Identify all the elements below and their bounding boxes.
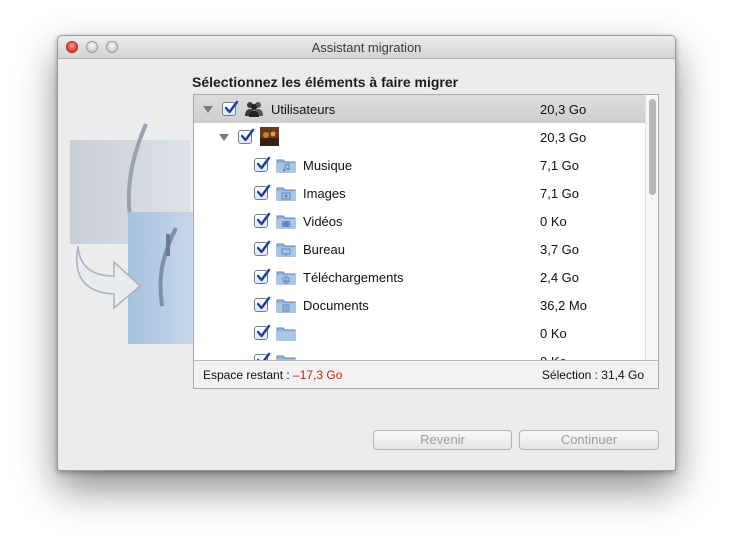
pictures-folder-icon [276,185,296,204]
back-button[interactable]: Revenir [373,430,512,450]
downloads-folder-icon [276,269,296,288]
remaining-space-label: Espace restant : [203,368,294,382]
item-label: Téléchargements [303,270,404,285]
selection-size: Sélection : 31,4 Go [541,368,644,382]
documents-folder-icon [276,297,296,316]
tree-row[interactable]: Bureau 3,7 Go [194,235,646,263]
users-icon [244,101,266,120]
continue-button[interactable]: Continuer [519,430,659,450]
tree-row[interactable]: Utilisateurs 20,3 Go [194,95,646,123]
item-size: 0 Ko [540,214,567,229]
item-label: Vidéos [303,214,343,229]
item-size: 20,3 Go [540,102,587,117]
folder-icon [276,325,296,344]
migration-items-list: Utilisateurs 20,3 Go 20,3 Go Musique 7,1 Go I… [193,94,659,389]
item-checkbox[interactable] [254,184,271,200]
remaining-space: Espace restant : –17,3 Go [203,368,342,382]
item-checkbox[interactable] [254,212,271,228]
scrollbar-thumb[interactable] [649,99,656,195]
item-size: 0 Ko [540,326,567,341]
status-bar: Espace restant : –17,3 Go Sélection : 31… [194,360,658,388]
window-title: Assistant migration [311,40,422,55]
item-label: Documents [303,298,369,313]
item-checkbox[interactable] [254,268,271,284]
music-folder-icon [276,157,296,176]
item-size: 2,4 Go [540,270,580,285]
item-size: 7,1 Go [540,158,580,173]
item-checkbox[interactable] [222,100,239,116]
desktop-folder-icon [276,241,296,260]
tree-row[interactable]: Musique 7,1 Go [194,151,646,179]
item-label: Bureau [303,242,345,257]
disclosure-triangle-icon[interactable] [203,106,213,113]
tree-row[interactable]: Téléchargements 2,4 Go [194,263,646,291]
item-size: 7,1 Go [540,186,580,201]
item-checkbox[interactable] [238,128,255,144]
item-checkbox[interactable] [254,324,271,340]
tree-row[interactable]: Documents 36,2 Mo [194,291,646,319]
tree-row[interactable]: Vidéos 0 Ko [194,207,646,235]
item-size: 20,3 Go [540,130,587,145]
remaining-space-value: –17,3 Go [293,368,343,382]
finder-migration-icon [70,123,196,344]
tree-row[interactable]: 20,3 Go [194,123,646,151]
items-tree: Utilisateurs 20,3 Go 20,3 Go Musique 7,1 Go I… [194,95,646,388]
migration-assistant-window: Assistant migration Sélectionnez les élé… [57,35,676,471]
vertical-scrollbar[interactable] [645,95,658,388]
movies-folder-icon [276,213,296,232]
user-avatar-icon [260,127,279,149]
item-label: Musique [303,158,353,173]
item-checkbox[interactable] [254,156,271,172]
item-checkbox[interactable] [254,240,271,256]
item-size: 3,7 Go [540,242,580,257]
instructions-heading: Sélectionnez les éléments à faire migrer [192,74,459,90]
disclosure-triangle-icon[interactable] [219,134,229,141]
title-bar: Assistant migration [58,36,675,59]
tree-row[interactable]: Images 7,1 Go [194,179,646,207]
item-size: 36,2 Mo [540,298,587,313]
tree-row[interactable]: 0 Ko [194,319,646,347]
item-label: Utilisateurs [271,102,336,117]
item-label: Images [303,186,346,201]
item-checkbox[interactable] [254,296,271,312]
